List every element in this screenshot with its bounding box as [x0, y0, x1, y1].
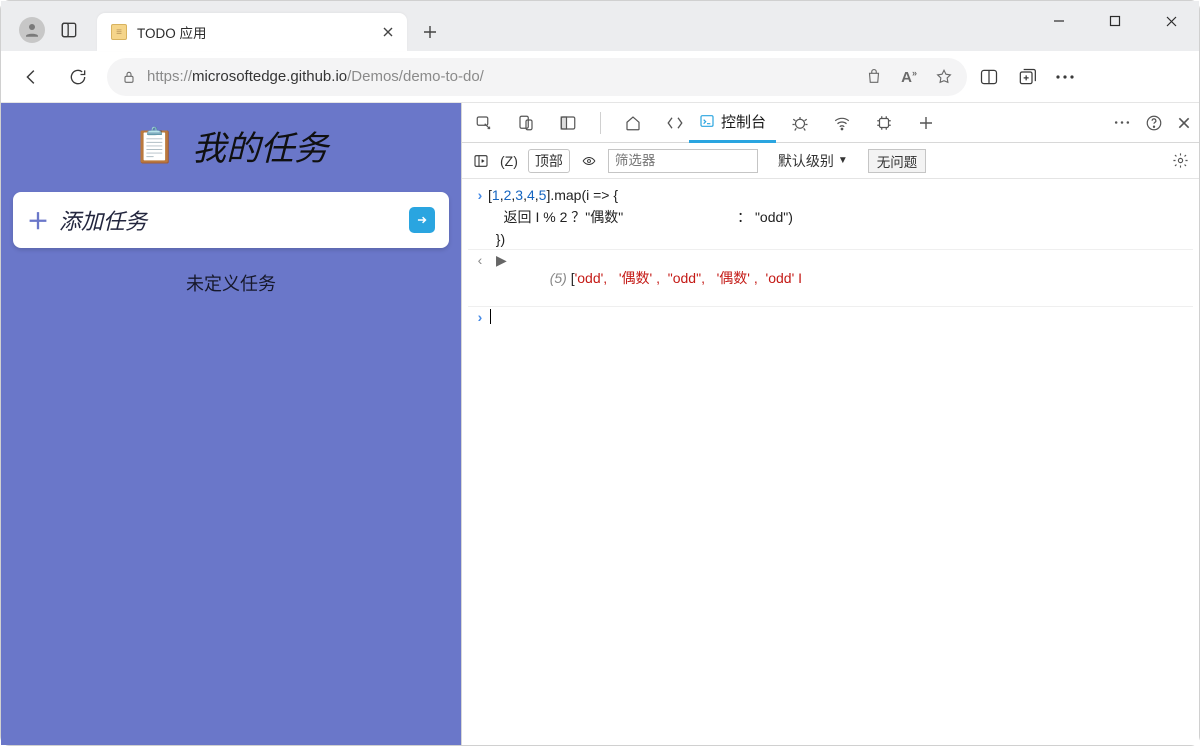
submit-task-button[interactable] [409, 207, 435, 233]
tab-close-button[interactable] [379, 23, 397, 41]
code-line-2: 返回 I % 2 ？"偶数" ： "odd") [488, 207, 793, 227]
split-screen-icon[interactable] [979, 67, 999, 87]
more-menu-icon[interactable] [1055, 74, 1075, 80]
window-controls [1031, 1, 1199, 41]
filter-input[interactable] [608, 149, 758, 173]
window-close-button[interactable] [1143, 1, 1199, 41]
shopping-icon[interactable] [865, 68, 883, 86]
url-scheme: https:// [147, 68, 192, 85]
url-text: https://microsoftedge.github.io/Demos/de… [147, 68, 484, 85]
device-emulation-icon[interactable] [512, 109, 540, 137]
add-task-input[interactable]: ＋ 添加任务 [13, 192, 449, 248]
url-path: /Demos/demo-to-do/ [347, 68, 484, 85]
titlebar-left-group [9, 9, 89, 51]
address-bar[interactable]: https://microsoftedge.github.io/Demos/de… [107, 58, 967, 96]
dropdown-icon: ▼ [838, 155, 848, 166]
browser-titlebar: ≡ TODO 应用 [1, 1, 1199, 51]
elements-tab-icon[interactable] [661, 109, 689, 137]
expand-icon[interactable]: ▶ [496, 252, 507, 269]
console-result-row: ‹ ▶ (5) ['odd', '偶数' , "odd", '偶数' , 'od… [468, 250, 1193, 307]
log-level-label: 默认级别 [778, 151, 834, 171]
omnibox-actions: A» [865, 68, 953, 86]
output-chevron-icon: ‹ [472, 252, 488, 268]
context-key: (Z) [500, 153, 518, 169]
browser-tab[interactable]: ≡ TODO 应用 [97, 13, 407, 51]
console-input-row: 返回 I % 2 ？"偶数" ： "odd") [468, 205, 1193, 229]
console-input-row: › [1,2,3,4,5].map(i => { [468, 185, 1193, 205]
clipboard-icon: 📋 [134, 126, 176, 166]
console-toolbar: (Z) 顶部 默认级别 ▼ 无问题 [462, 143, 1199, 179]
dock-side-icon[interactable] [554, 109, 582, 137]
issues-button[interactable]: 无问题 [868, 149, 927, 173]
text-cursor [490, 309, 491, 324]
tab-title: TODO 应用 [137, 22, 369, 42]
code-line-3: }) [488, 231, 505, 247]
back-button[interactable] [15, 60, 49, 94]
main-area: 📋 我的任务 ＋ 添加任务 未定义任务 控制台 [1, 103, 1199, 745]
console-output[interactable]: › [1,2,3,4,5].map(i => { 返回 I % 2 ？"偶数" … [462, 179, 1199, 745]
log-level-select[interactable]: 默认级别 ▼ [778, 151, 848, 171]
console-tab-label: 控制台 [721, 111, 766, 132]
console-input-row: }) [468, 229, 1193, 250]
live-expression-icon[interactable] [580, 154, 598, 168]
window-minimize-button[interactable] [1031, 1, 1087, 41]
input-chevron-icon: › [472, 309, 488, 325]
performance-icon[interactable] [870, 109, 898, 137]
network-conditions-icon[interactable] [828, 109, 856, 137]
separator [600, 112, 601, 134]
console-tab[interactable]: 控制台 [689, 103, 776, 143]
input-chevron-icon: › [472, 187, 488, 203]
bug-icon[interactable] [786, 109, 814, 137]
devtools-help-icon[interactable] [1145, 114, 1163, 132]
plus-icon: ＋ [27, 204, 49, 236]
devtools-tabbar: 控制台 [462, 103, 1199, 143]
devtools-close-icon[interactable] [1177, 116, 1191, 130]
add-task-label: 添加任务 [59, 204, 147, 236]
collections-icon[interactable] [1017, 67, 1037, 87]
refresh-button[interactable] [61, 60, 95, 94]
execution-context-select[interactable]: 顶部 [528, 149, 570, 173]
lock-icon [121, 69, 137, 85]
code-line-1: [1,2,3,4,5].map(i => { [488, 187, 618, 203]
more-tabs-icon[interactable] [912, 109, 940, 137]
new-tab-button[interactable] [413, 15, 447, 49]
console-prompt-row[interactable]: › [468, 307, 1193, 327]
devtools-panel: 控制台 (Z) 顶部 默认级别 ▼ 无问题 [461, 103, 1199, 745]
favorite-icon[interactable] [935, 68, 953, 86]
read-aloud-icon[interactable]: A» [901, 68, 917, 86]
welcome-tab-icon[interactable] [619, 109, 647, 137]
profile-avatar[interactable] [19, 17, 45, 43]
inspect-element-icon[interactable] [470, 109, 498, 137]
todo-app-page: 📋 我的任务 ＋ 添加任务 未定义任务 [1, 103, 461, 745]
empty-state-label: 未定义任务 [186, 270, 276, 296]
console-settings-icon[interactable] [1172, 152, 1189, 169]
devtools-more-icon[interactable] [1113, 120, 1131, 125]
result-content: (5) ['odd', '偶数' , "odd", '偶数' , 'odd' I [511, 252, 802, 304]
app-title: 我的任务 [192, 121, 328, 170]
browser-toolbar: https://microsoftedge.github.io/Demos/de… [1, 51, 1199, 103]
tab-favicon-icon: ≡ [111, 24, 127, 40]
toggle-sidebar-icon[interactable] [472, 153, 490, 169]
toolbar-icons [979, 67, 1075, 87]
url-host: microsoftedge.github.io [192, 68, 347, 85]
workspaces-icon[interactable] [59, 20, 79, 40]
window-maximize-button[interactable] [1087, 1, 1143, 41]
app-header: 📋 我的任务 [134, 121, 328, 170]
